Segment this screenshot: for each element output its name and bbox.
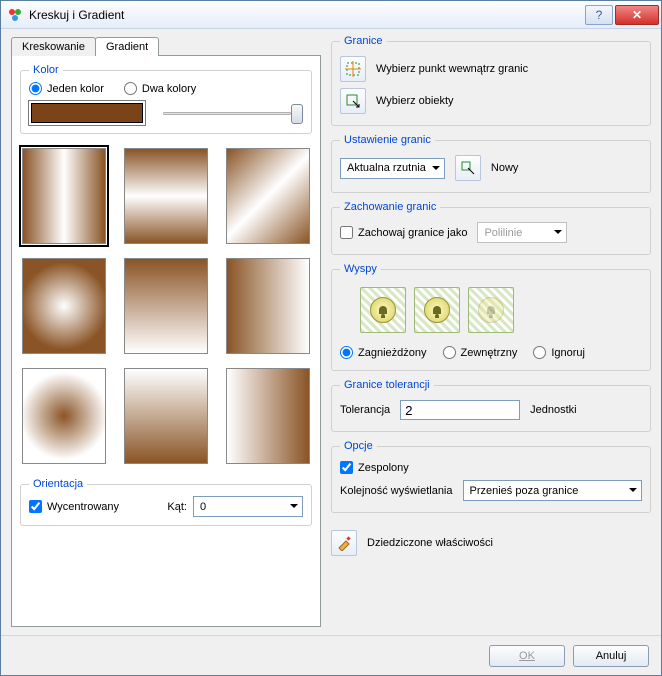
new-boundary-icon[interactable]	[455, 155, 481, 181]
composite-input[interactable]	[340, 461, 353, 474]
one-color-input[interactable]	[29, 82, 42, 95]
pick-point-label[interactable]: Wybierz punkt wewnątrz granic	[376, 63, 528, 75]
centered-checkbox[interactable]: Wycentrowany	[29, 500, 119, 513]
inherit-icon[interactable]	[331, 530, 357, 556]
gradient-swatch-1[interactable]	[22, 148, 106, 244]
composite-label: Zespolony	[358, 462, 409, 474]
tolerance-group: Granice tolerancji Tolerancja Jednostki	[331, 379, 651, 432]
retain-type-combo: Polilinie	[477, 222, 567, 243]
gradient-swatch-9[interactable]	[226, 368, 310, 464]
islands-group: Wyspy Zagnieżdżony Zewnętrzny	[331, 263, 651, 371]
dialog-footer: OK Anuluj	[1, 635, 661, 675]
gradient-swatch-3[interactable]	[226, 148, 310, 244]
tint-slider[interactable]	[163, 101, 303, 125]
orientation-group: Orientacja Wycentrowany Kąt: 0	[20, 478, 312, 526]
options-legend: Opcje	[340, 440, 377, 452]
centered-input[interactable]	[29, 500, 42, 513]
composite-checkbox[interactable]: Zespolony	[340, 461, 409, 474]
boundary-retain-legend: Zachowanie granic	[340, 201, 440, 213]
boundary-set-value: Aktualna rzutnia	[347, 162, 426, 174]
retain-type-value: Polilinie	[484, 227, 522, 239]
gradient-swatch-5[interactable]	[124, 258, 208, 354]
centered-label: Wycentrowany	[47, 501, 119, 513]
window-title: Kreskuj i Gradient	[29, 8, 583, 22]
island-outer-preview[interactable]	[414, 287, 460, 333]
one-color-radio[interactable]: Jeden kolor	[29, 82, 104, 95]
boundaries-group: Granice Wybierz punkt wewnątrz granic Wy…	[331, 35, 651, 126]
island-nested-input[interactable]	[340, 346, 353, 359]
tolerance-legend: Granice tolerancji	[340, 379, 434, 391]
island-ignore-input[interactable]	[533, 346, 546, 359]
gradient-swatch-6[interactable]	[226, 258, 310, 354]
ok-button[interactable]: OK	[489, 645, 565, 667]
two-colors-input[interactable]	[124, 82, 137, 95]
island-outer-label: Zewnętrzny	[461, 347, 518, 359]
select-objects-icon[interactable]	[340, 88, 366, 114]
orientation-legend: Orientacja	[29, 478, 87, 490]
tab-strip: Kreskowanie Gradient	[11, 35, 321, 56]
draw-order-label: Kolejność wyświetlania	[340, 485, 453, 497]
retain-label: Zachowaj granice jako	[358, 227, 467, 239]
island-nested-label: Zagnieżdżony	[358, 347, 427, 359]
inherit-label[interactable]: Dziedziczone właściwości	[367, 537, 493, 549]
boundary-set-group: Ustawienie granic Aktualna rzutnia Nowy	[331, 134, 651, 193]
close-button[interactable]: ✕	[615, 5, 659, 25]
two-colors-label: Dwa kolory	[142, 83, 196, 95]
cancel-button[interactable]: Anuluj	[573, 645, 649, 667]
tolerance-input[interactable]	[400, 400, 520, 420]
tab-gradient[interactable]: Gradient	[95, 37, 159, 56]
tolerance-units: Jednostki	[530, 404, 576, 416]
select-objects-label[interactable]: Wybierz obiekty	[376, 95, 454, 107]
retain-checkbox[interactable]: Zachowaj granice jako	[340, 226, 467, 239]
one-color-label: Jeden kolor	[47, 83, 104, 95]
app-icon	[7, 7, 23, 23]
gradient-swatch-8[interactable]	[124, 368, 208, 464]
angle-value: 0	[200, 501, 206, 513]
boundaries-legend: Granice	[340, 35, 387, 47]
boundary-set-legend: Ustawienie granic	[340, 134, 435, 146]
pick-point-icon[interactable]	[340, 56, 366, 82]
new-boundary-label[interactable]: Nowy	[491, 162, 519, 174]
color-legend: Kolor	[29, 64, 63, 76]
slider-track	[163, 112, 291, 115]
tab-hatching[interactable]: Kreskowanie	[11, 37, 96, 56]
island-outer-radio[interactable]: Zewnętrzny	[443, 346, 518, 359]
angle-combo[interactable]: 0	[193, 496, 303, 517]
islands-legend: Wyspy	[340, 263, 381, 275]
island-nested-preview[interactable]	[360, 287, 406, 333]
draw-order-combo[interactable]: Przenieś poza granice	[463, 480, 643, 501]
angle-label: Kąt:	[167, 501, 187, 513]
island-outer-input[interactable]	[443, 346, 456, 359]
two-colors-radio[interactable]: Dwa kolory	[124, 82, 196, 95]
boundary-retain-group: Zachowanie granic Zachowaj granice jako …	[331, 201, 651, 255]
island-ignore-preview[interactable]	[468, 287, 514, 333]
titlebar: Kreskuj i Gradient ? ✕	[1, 1, 661, 29]
tolerance-label: Tolerancja	[340, 404, 390, 416]
island-ignore-radio[interactable]: Ignoruj	[533, 346, 585, 359]
color-group: Kolor Jeden kolor Dwa kolory	[20, 64, 312, 134]
tab-panel-gradient: Kolor Jeden kolor Dwa kolory	[11, 55, 321, 627]
options-group: Opcje Zespolony Kolejność wyświetlania P…	[331, 440, 651, 513]
gradient-swatch-2[interactable]	[124, 148, 208, 244]
island-ignore-label: Ignoruj	[551, 347, 585, 359]
gradient-swatch-7[interactable]	[22, 368, 106, 464]
boundary-set-combo[interactable]: Aktualna rzutnia	[340, 158, 445, 179]
draw-order-value: Przenieś poza granice	[470, 485, 579, 497]
slider-thumb[interactable]	[291, 104, 303, 124]
gradient-grid	[20, 142, 312, 470]
help-button[interactable]: ?	[585, 5, 613, 25]
dialog-window: Kreskuj i Gradient ? ✕ Kreskowanie Gradi…	[0, 0, 662, 676]
color-swatch[interactable]	[29, 101, 145, 125]
island-nested-radio[interactable]: Zagnieżdżony	[340, 346, 427, 359]
gradient-swatch-4[interactable]	[22, 258, 106, 354]
retain-input[interactable]	[340, 226, 353, 239]
